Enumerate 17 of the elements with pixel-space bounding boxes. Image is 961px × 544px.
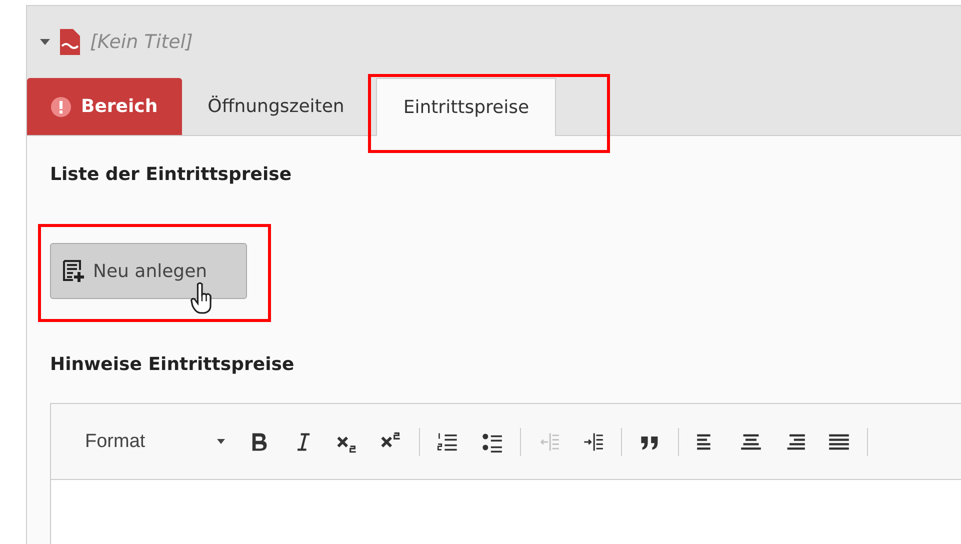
tab[interactable]: Öffnungszeiten bbox=[182, 78, 370, 135]
caret-icon bbox=[217, 439, 225, 444]
numbered-list-icon bbox=[437, 430, 459, 452]
new-record-icon bbox=[63, 260, 85, 282]
indent-icon bbox=[582, 430, 604, 452]
format-dropdown[interactable]: Format bbox=[75, 430, 237, 452]
hand-cursor-icon bbox=[190, 282, 214, 314]
tab[interactable]: Eintrittspreise bbox=[376, 78, 556, 136]
section-title: Liste der Eintrittspreise bbox=[50, 164, 293, 185]
section-title: Hinweise Eintrittspreise bbox=[50, 354, 296, 375]
warning-icon bbox=[51, 96, 71, 116]
new-button[interactable]: Neu anlegen bbox=[50, 243, 247, 299]
caret-icon[interactable] bbox=[40, 39, 50, 45]
document-icon bbox=[60, 29, 80, 55]
outdent-icon bbox=[538, 430, 560, 452]
record-title: [Kein Titel] bbox=[90, 31, 193, 53]
tab[interactable]: Bereich bbox=[27, 78, 182, 135]
